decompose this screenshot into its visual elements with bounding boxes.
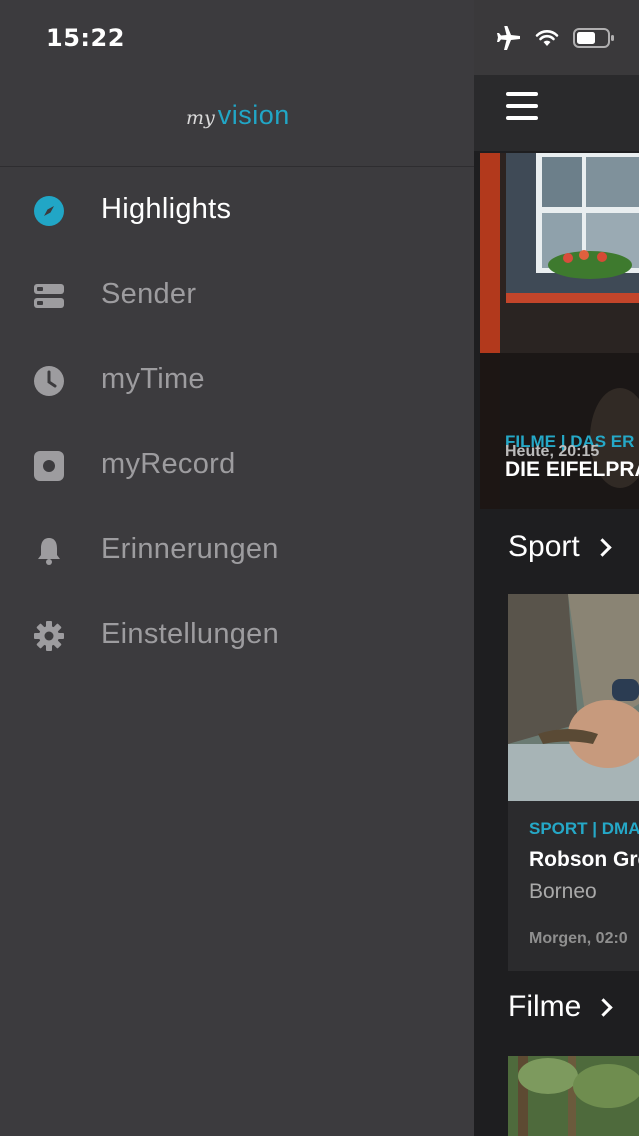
drawer-header: my vision bbox=[0, 78, 474, 167]
sport-card-subtitle: Borneo bbox=[529, 880, 597, 903]
hamburger-menu-icon[interactable] bbox=[506, 92, 538, 122]
section-sport-header[interactable]: Sport bbox=[508, 530, 612, 564]
section-filme-header[interactable]: Filme bbox=[508, 990, 614, 1024]
status-time: 15:22 bbox=[46, 24, 125, 52]
hero-highlight-card[interactable]: FILME | DAS ER DIE EIFELPRA Heute, 20:15 bbox=[480, 153, 639, 509]
sport-card-image bbox=[508, 594, 639, 801]
menu-item-highlights[interactable]: Highlights bbox=[0, 175, 474, 245]
sport-card-category: SPORT | DMA bbox=[529, 819, 639, 838]
wifi-icon bbox=[535, 29, 559, 51]
menu-item-einstellungen[interactable]: Einstellungen bbox=[0, 600, 474, 670]
menu-label-sender: Sender bbox=[101, 278, 197, 310]
battery-icon bbox=[573, 27, 615, 53]
bell-icon bbox=[33, 535, 65, 567]
section-filme-title: Filme bbox=[508, 990, 582, 1023]
list-icon bbox=[33, 280, 65, 312]
menu-label-mytime: myTime bbox=[101, 363, 205, 395]
menu-item-myrecord[interactable]: myRecord bbox=[0, 430, 474, 500]
sport-card[interactable]: SPORT | DMA Robson Gre Borneo Morgen, 02… bbox=[508, 594, 639, 971]
gear-icon bbox=[33, 620, 65, 652]
menu-item-erinnerungen[interactable]: Erinnerungen bbox=[0, 515, 474, 585]
logo-my: my bbox=[186, 107, 215, 129]
main-content: FILME | DAS ER DIE EIFELPRA Heute, 20:15… bbox=[474, 75, 639, 1136]
menu-item-sender[interactable]: Sender bbox=[0, 260, 474, 330]
compass-icon bbox=[33, 195, 65, 227]
navigation-drawer: my vision Highlights Sender myTime myRec… bbox=[0, 0, 474, 1136]
status-icons bbox=[495, 25, 615, 54]
menu-item-mytime[interactable]: myTime bbox=[0, 345, 474, 415]
clock-icon bbox=[33, 365, 65, 397]
menu-label-highlights: Highlights bbox=[101, 193, 232, 225]
sport-card-title: Robson Gre bbox=[529, 848, 639, 871]
myvision-logo: my vision bbox=[186, 100, 290, 131]
logo-vision: vision bbox=[217, 100, 290, 130]
filme-card-image[interactable] bbox=[508, 1056, 639, 1136]
section-sport-title: Sport bbox=[508, 530, 580, 563]
hero-datetime: Heute, 20:15 bbox=[505, 443, 600, 460]
menu-label-myrecord: myRecord bbox=[101, 448, 236, 480]
menu-label-erinnerungen: Erinnerungen bbox=[101, 533, 279, 565]
status-bar: 15:22 bbox=[0, 0, 639, 78]
sport-card-datetime: Morgen, 02:0 bbox=[529, 930, 628, 947]
chevron-right-icon bbox=[594, 997, 614, 1017]
airplane-icon bbox=[495, 25, 521, 54]
app-top-bar bbox=[474, 75, 639, 151]
record-icon bbox=[33, 450, 65, 482]
chevron-right-icon bbox=[593, 537, 612, 557]
hero-title: DIE EIFELPRA bbox=[505, 458, 639, 481]
menu-label-einstellungen: Einstellungen bbox=[101, 618, 280, 650]
